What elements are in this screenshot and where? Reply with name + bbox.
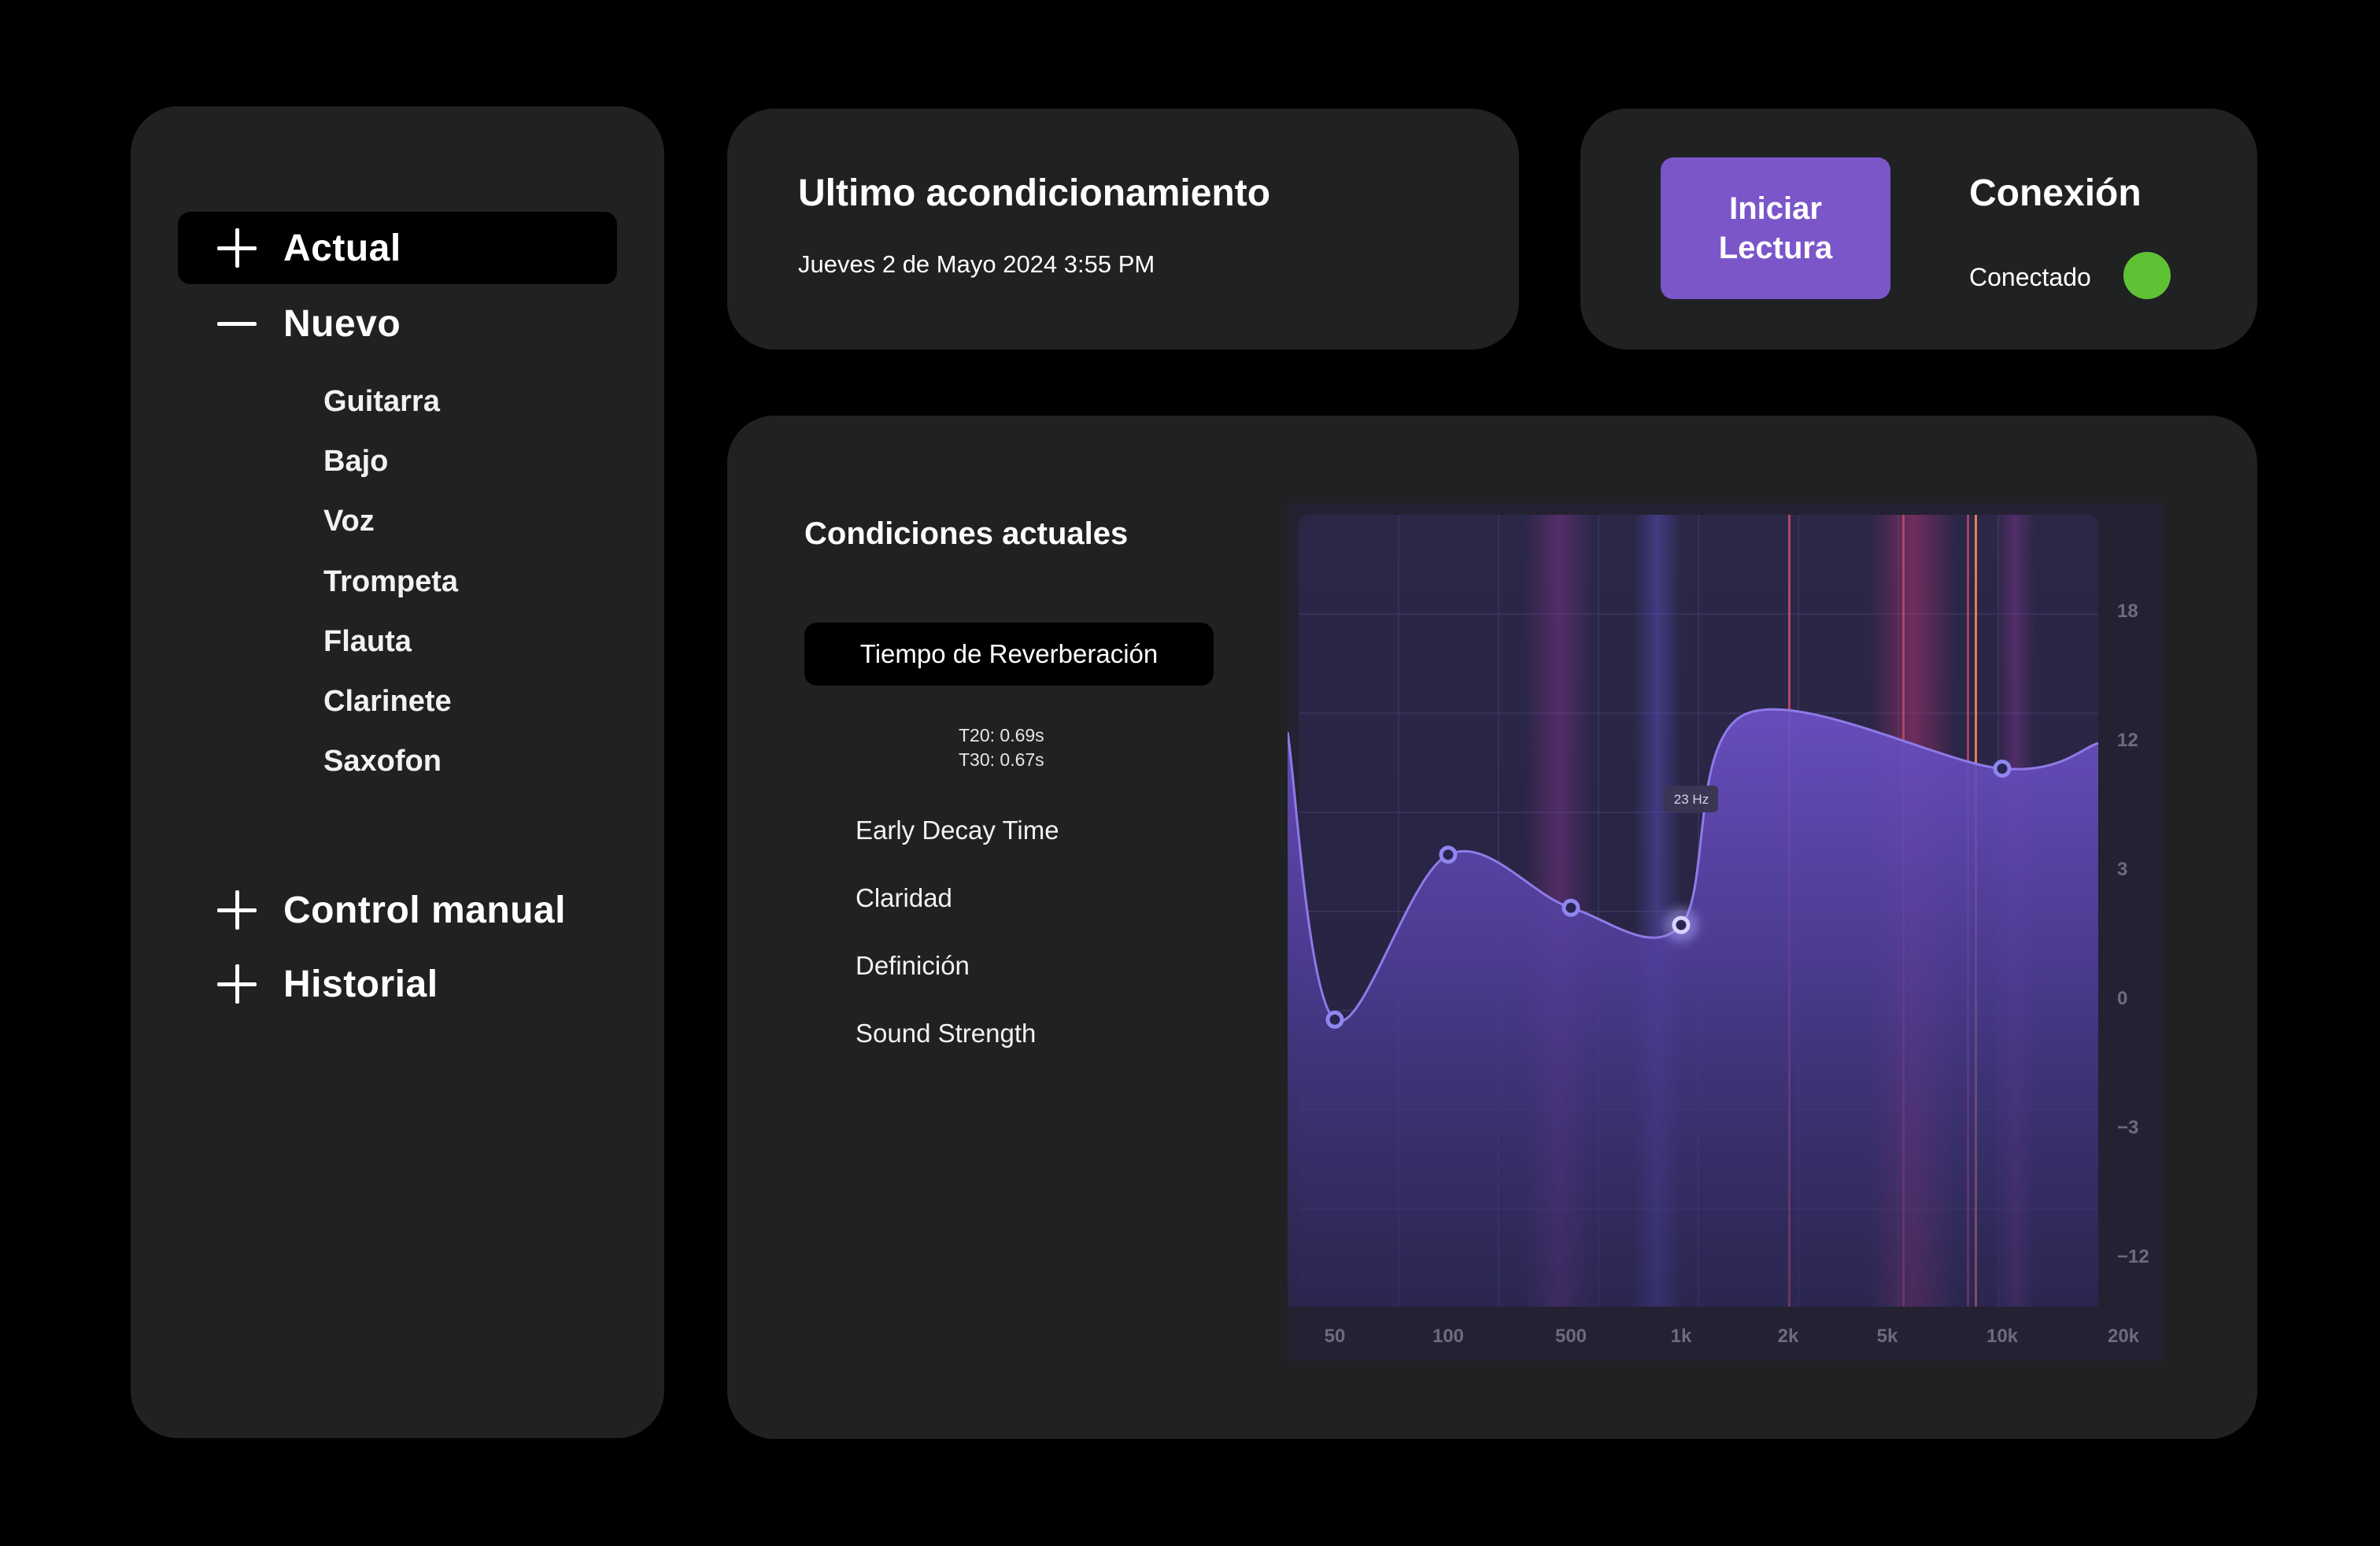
connection-title: Conexión	[1969, 172, 2142, 214]
x-tick-label: 500	[1555, 1326, 1587, 1347]
nav-label: Control manual	[283, 889, 567, 931]
chart-svg: 23 Hz 18 12 3 0 −3 −12 50 100 500 1k 2k 5k 10k 20k	[1288, 504, 2163, 1360]
y-tick-label: 12	[2117, 730, 2138, 751]
eq-point-marker	[1993, 759, 2012, 778]
metric-sound-strength[interactable]: Sound Strength	[856, 1019, 1036, 1049]
nav-item-control-manual[interactable]: Control manual	[178, 874, 617, 946]
eq-point[interactable]	[1993, 759, 2012, 778]
sub-item-voz[interactable]: Voz	[323, 505, 375, 538]
connection-card: Iniciar Lectura Conexión Conectado	[1580, 109, 2257, 350]
metric-early-decay-time[interactable]: Early Decay Time	[856, 816, 1059, 845]
nav-item-historial[interactable]: Historial	[178, 948, 617, 1020]
y-tick-label: −12	[2117, 1246, 2149, 1267]
conditions-title: Condiciones actuales	[804, 516, 1129, 551]
x-tick-label: 20k	[2108, 1326, 2140, 1347]
eq-point-marker	[1672, 915, 1691, 934]
eq-point[interactable]	[1561, 898, 1580, 917]
y-tick-label: 3	[2117, 859, 2127, 880]
chart-tooltip: 23 Hz	[1665, 786, 1718, 812]
sub-item-trompeta[interactable]: Trompeta	[323, 565, 458, 599]
y-tick-label: 0	[2117, 988, 2127, 1009]
frequency-response-chart[interactable]: 23 Hz 18 12 3 0 −3 −12 50 100 500 1k 2k 5k 10k 20k	[1288, 504, 2163, 1360]
sidebar: Actual Nuevo Guitarra Bajo Voz Trompeta …	[131, 106, 664, 1438]
plus-icon	[217, 964, 257, 1004]
sub-item-clarinete[interactable]: Clarinete	[323, 685, 452, 719]
metric-tab-reverberation[interactable]: Tiempo de Reverberación	[804, 623, 1214, 686]
x-tick-label: 50	[1325, 1326, 1346, 1347]
minus-icon	[217, 304, 257, 343]
tooltip-label: 23 Hz	[1674, 792, 1709, 807]
t20-value: T20: 0.69s	[959, 725, 1044, 745]
metric-definicion[interactable]: Definición	[856, 951, 970, 981]
nav-item-actual[interactable]: Actual	[178, 212, 617, 284]
sub-item-flauta[interactable]: Flauta	[323, 625, 412, 659]
nav-item-nuevo[interactable]: Nuevo	[178, 287, 617, 360]
t30-value: T30: 0.67s	[959, 749, 1044, 770]
eq-point[interactable]	[1439, 845, 1458, 864]
sub-item-guitarra[interactable]: Guitarra	[323, 385, 440, 419]
eq-point[interactable]	[1325, 1010, 1344, 1029]
x-tick-label: 10k	[1986, 1326, 2019, 1347]
last-conditioning-title: Ultimo acondicionamiento	[798, 172, 1271, 214]
y-tick-label: 18	[2117, 601, 2138, 622]
nav-label: Actual	[283, 227, 401, 269]
metric-claridad[interactable]: Claridad	[856, 883, 952, 913]
nav-label: Historial	[283, 963, 438, 1005]
eq-point-marker	[1439, 845, 1458, 864]
plus-icon	[217, 890, 257, 930]
eq-point-marker	[1561, 898, 1580, 917]
x-tick-label: 5k	[1877, 1326, 1898, 1347]
x-tick-label: 1k	[1671, 1326, 1692, 1347]
y-tick-label: −3	[2117, 1117, 2138, 1138]
last-conditioning-card: Ultimo acondicionamiento Jueves 2 de May…	[727, 109, 1519, 350]
plus-icon	[217, 228, 257, 268]
eq-point-marker	[1325, 1010, 1344, 1029]
sub-item-saxofon[interactable]: Saxofon	[323, 745, 442, 779]
eq-point[interactable]	[1664, 908, 1698, 943]
x-tick-label: 2k	[1778, 1326, 1799, 1347]
connection-status: Conectado	[1969, 263, 2091, 291]
status-indicator	[2123, 252, 2171, 299]
x-tick-label: 100	[1432, 1326, 1464, 1347]
nav-label: Nuevo	[283, 302, 401, 345]
sub-item-bajo[interactable]: Bajo	[323, 445, 388, 479]
start-reading-button[interactable]: Iniciar Lectura	[1661, 157, 1890, 299]
last-conditioning-date: Jueves 2 de Mayo 2024 3:55 PM	[798, 250, 1155, 278]
